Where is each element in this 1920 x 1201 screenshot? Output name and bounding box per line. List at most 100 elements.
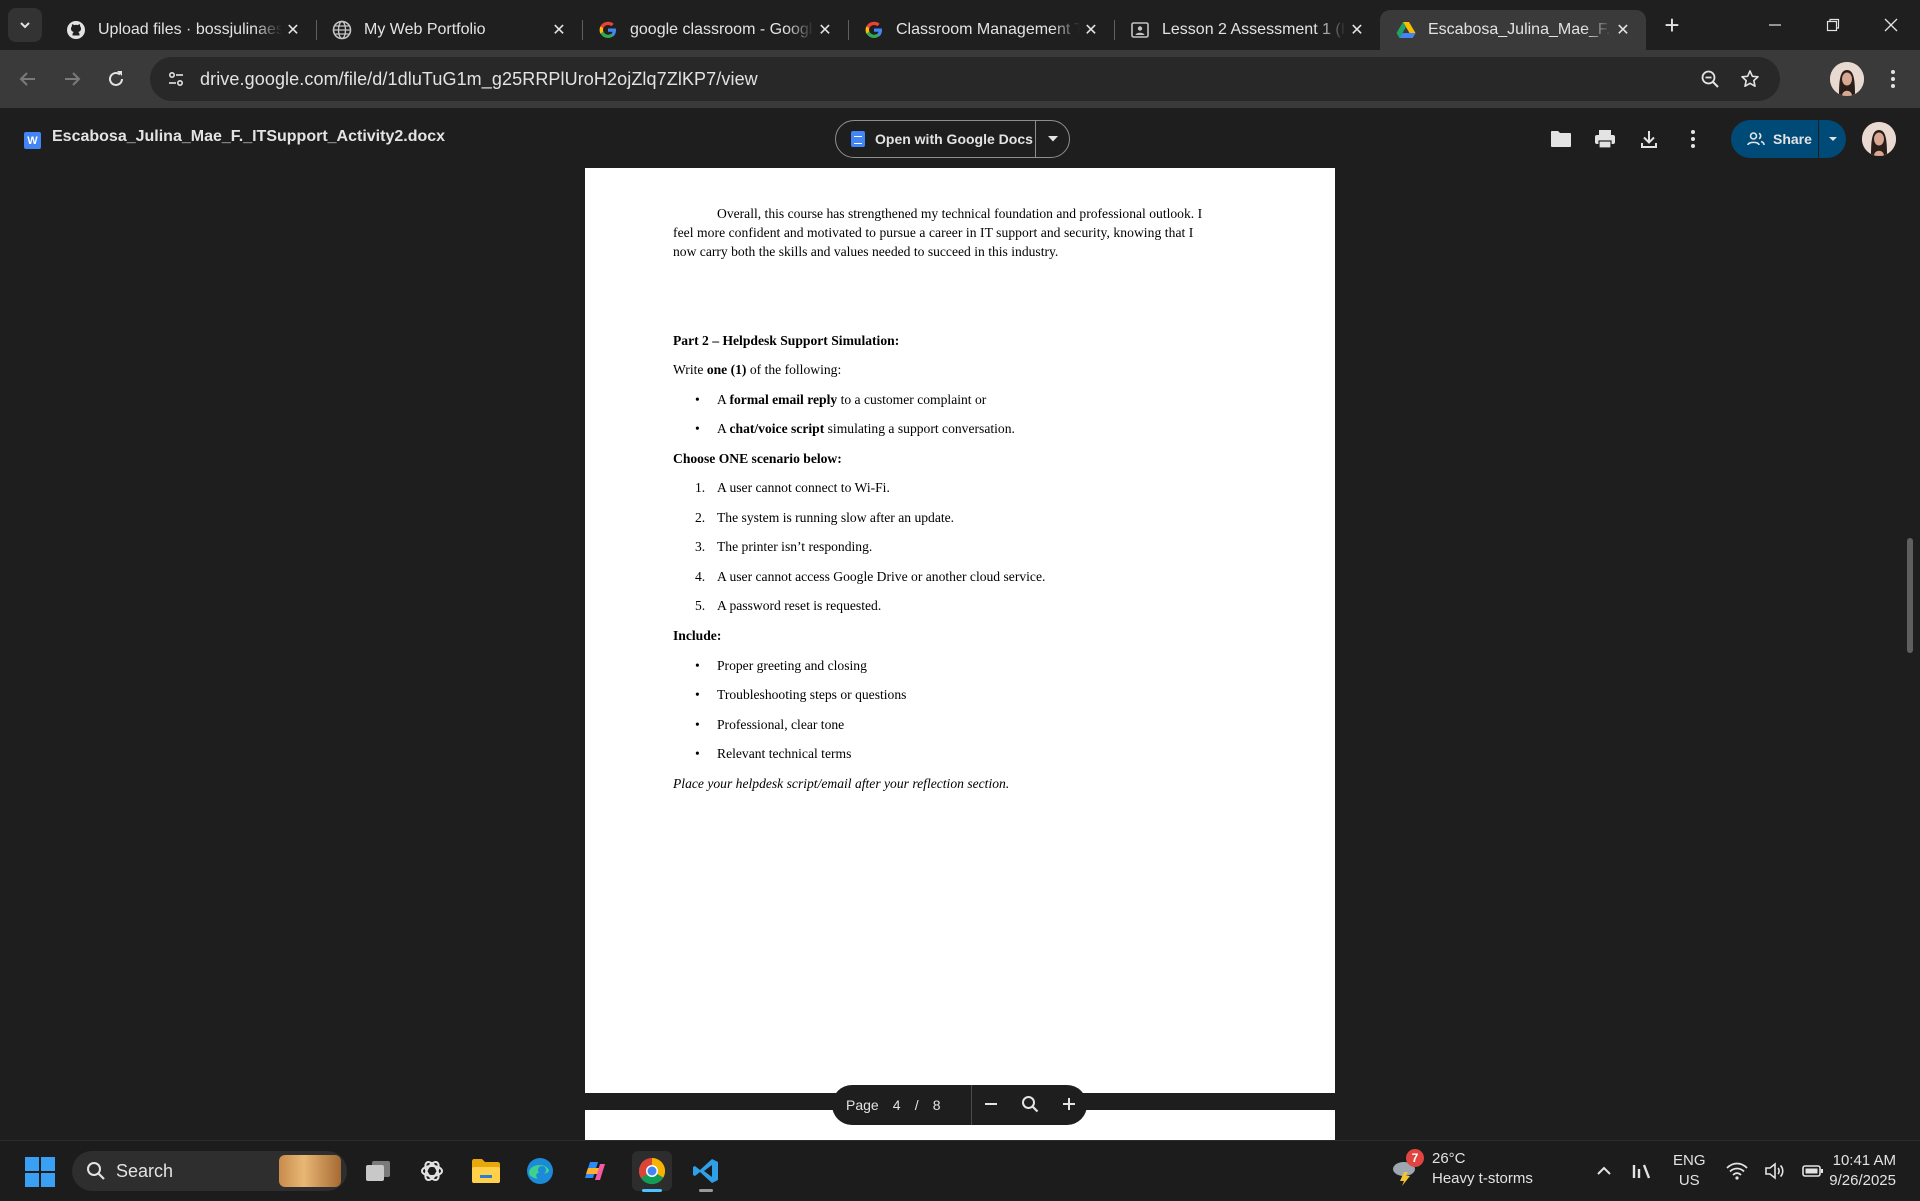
word-file-icon: W (24, 132, 41, 149)
address-bar[interactable]: drive.google.com/file/d/1dluTuG1m_g25RRP… (150, 57, 1780, 101)
tab-portfolio[interactable]: My Web Portfolio ✕ (316, 10, 582, 50)
tab-github[interactable]: Upload files · bossjulinaescobosa ✕ (50, 10, 316, 50)
close-window-button[interactable] (1862, 0, 1920, 50)
browser-menu-button[interactable] (1876, 62, 1910, 96)
list-item: 4. A user cannot access Google Drive or a… (695, 567, 1046, 586)
show-hidden-icons-button[interactable] (1585, 1151, 1623, 1191)
close-icon[interactable]: ✕ (548, 19, 570, 41)
bullet-glyph: • (695, 746, 700, 761)
weather-widget[interactable]: 7 26°C Heavy t-storms (1388, 1149, 1533, 1189)
tab-lesson-assessment[interactable]: Lesson 2 Assessment 1 (Individual) ✕ (1114, 10, 1380, 50)
open-folder-button[interactable] (1539, 117, 1583, 161)
forward-button[interactable] (52, 59, 92, 99)
language-code: ENG (1673, 1152, 1706, 1169)
edge-app[interactable] (520, 1151, 560, 1191)
url-text[interactable]: drive.google.com/file/d/1dluTuG1m_g25RRP… (200, 69, 758, 90)
list-number: 2. (695, 510, 706, 525)
task-view-button[interactable] (358, 1151, 398, 1191)
current-page-input[interactable]: 4 (879, 1097, 915, 1113)
close-icon[interactable]: ✕ (282, 19, 304, 41)
arrow-left-icon (19, 72, 35, 86)
open-with-label: Open with Google Docs (875, 131, 1033, 147)
close-icon[interactable]: ✕ (1080, 19, 1102, 41)
write-instruction: Write one (1) of the following: (673, 360, 841, 379)
system-tray: ENG US (1585, 1141, 1832, 1201)
profile-avatar[interactable] (1830, 62, 1864, 96)
reload-icon (109, 71, 123, 86)
task-view-icon (366, 1161, 390, 1181)
list-item: 5. A password reset is requested. (695, 596, 882, 615)
volume-button[interactable] (1756, 1151, 1794, 1191)
page-indicator: Page 4 / 8 (832, 1085, 972, 1125)
clock[interactable]: 10:41 AM 9/26/2025 (1829, 1151, 1896, 1191)
back-button[interactable] (8, 59, 48, 99)
vscode-app[interactable] (686, 1151, 726, 1192)
tab-classroom-tools[interactable]: Classroom Management Tools ✕ (848, 10, 1114, 50)
page-navigation: Page 4 / 8 (832, 1085, 1087, 1125)
windows-logo-tile (41, 1157, 55, 1171)
file-explorer-app[interactable] (466, 1151, 506, 1191)
share-button-group: Share (1731, 120, 1846, 158)
tab-strip: Upload files · bossjulinaescobosa ✕ My W… (0, 0, 1920, 50)
start-button[interactable] (25, 1157, 55, 1187)
restore-button[interactable] (1804, 0, 1862, 50)
download-button[interactable] (1627, 117, 1671, 161)
close-icon[interactable]: ✕ (1612, 19, 1634, 41)
open-with-google-docs-button[interactable]: Open with Google Docs (836, 121, 1036, 157)
include-text: Proper greeting and closing (717, 658, 867, 673)
bookmark-button[interactable] (1732, 61, 1768, 97)
google-docs-icon (851, 131, 865, 147)
scenario-heading: Choose ONE scenario below: (673, 451, 842, 466)
write-bold: one (1) (706, 362, 747, 377)
tab-search-button[interactable] (8, 8, 42, 42)
list-number: 3. (695, 539, 706, 554)
list-number: 4. (695, 569, 706, 584)
more-actions-button[interactable] (1671, 117, 1715, 161)
close-icon[interactable]: ✕ (814, 19, 836, 41)
browser-toolbar: drive.google.com/file/d/1dluTuG1m_g25RRP… (0, 50, 1920, 108)
include-text: Relevant technical terms (717, 746, 852, 761)
tray-app-button[interactable] (1623, 1151, 1661, 1191)
zoom-reset-button[interactable] (1021, 1095, 1039, 1116)
copilot-app[interactable] (574, 1151, 614, 1191)
page-label: Page (846, 1097, 879, 1113)
scenario-text: A user cannot access Google Drive or ano… (717, 569, 1046, 584)
paragraph-line: now carry both the skills and values nee… (673, 244, 1059, 259)
include-text: Professional, clear tone (717, 717, 845, 732)
scenario-text: A password reset is requested. (717, 598, 882, 613)
paragraph-line: Overall, this course has strengthened my… (717, 206, 1203, 221)
site-info-icon[interactable] (158, 61, 194, 97)
open-with-button: Open with Google Docs (835, 120, 1070, 158)
paragraph-line: feel more confident and motivated to pur… (673, 225, 1194, 240)
close-icon (1884, 18, 1898, 32)
battery-button[interactable] (1794, 1151, 1832, 1191)
chatgpt-app[interactable] (412, 1151, 452, 1191)
wifi-button[interactable] (1718, 1151, 1756, 1191)
tab-title: Escabosa_Julina_Mae_F._ITSupport (1428, 21, 1612, 38)
zoom-out-button[interactable] (984, 1097, 998, 1114)
chrome-app[interactable] (632, 1151, 672, 1192)
option-post: to a customer complaint or (837, 392, 987, 407)
new-tab-button[interactable]: + (1652, 5, 1692, 45)
tab-list: Upload files · bossjulinaescobosa ✕ My W… (50, 0, 1646, 50)
share-dropdown[interactable] (1819, 136, 1846, 142)
zoom-controls (972, 1095, 1087, 1116)
download-icon (1641, 131, 1657, 148)
minimize-icon (1769, 24, 1781, 26)
zoom-in-button[interactable] (1062, 1097, 1076, 1114)
scrollbar-thumb[interactable] (1907, 538, 1913, 653)
open-with-dropdown[interactable] (1036, 135, 1069, 143)
vscode-icon (693, 1159, 718, 1183)
close-icon[interactable]: ✕ (1346, 19, 1368, 41)
tab-title: google classroom - Google Search (630, 21, 814, 38)
tab-drive-file[interactable]: Escabosa_Julina_Mae_F._ITSupport ✕ (1380, 10, 1646, 50)
share-button[interactable]: Share (1731, 120, 1819, 158)
reload-button[interactable] (96, 59, 136, 99)
account-avatar[interactable] (1862, 122, 1896, 156)
input-language[interactable]: ENG US (1673, 1151, 1706, 1191)
taskbar-search[interactable]: Search (72, 1151, 347, 1191)
zoom-button[interactable] (1692, 61, 1728, 97)
print-button[interactable] (1583, 117, 1627, 161)
minimize-button[interactable] (1746, 0, 1804, 50)
tab-google-search[interactable]: google classroom - Google Search ✕ (582, 10, 848, 50)
